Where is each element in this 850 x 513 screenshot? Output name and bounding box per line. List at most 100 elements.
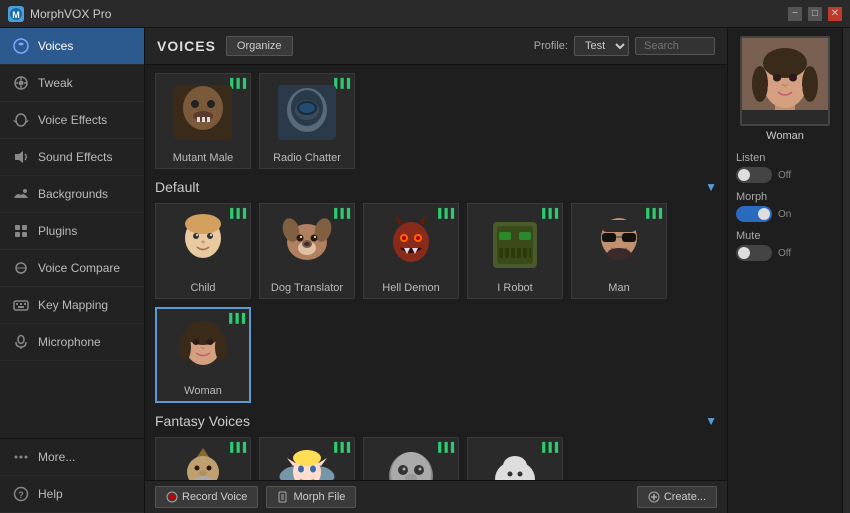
titlebar-left: M MorphVOX Pro	[8, 6, 111, 22]
voice-card-name-woman: Woman	[157, 385, 249, 397]
listen-state: Off	[778, 170, 791, 181]
voice-card-female-pixie[interactable]: ▐▐▐	[259, 437, 355, 480]
listen-label: Listen	[736, 152, 834, 164]
titlebar-controls: − □ ✕	[788, 7, 842, 21]
sidebar-item-more[interactable]: More...	[0, 439, 144, 476]
nasty-gnome-img	[480, 442, 550, 480]
voice-card-giant[interactable]: ▐▐▐	[363, 437, 459, 480]
sidebar-item-sound-effects[interactable]: Sound Effects	[0, 139, 144, 176]
bottom-bar: Record Voice Morph File Create...	[145, 480, 727, 513]
fantasy-chevron-icon[interactable]: ▼	[705, 414, 717, 428]
morph-toggle[interactable]	[736, 206, 772, 222]
dwarf-img	[168, 442, 238, 480]
voice-card-man[interactable]: ▐▐▐	[571, 203, 667, 299]
preview-avatar	[740, 36, 830, 126]
morph-state: On	[778, 209, 791, 220]
voice-card-dog-translator[interactable]: ▐▐▐	[259, 203, 355, 299]
default-section-header: Default ▼	[155, 179, 717, 195]
sidebar-label-microphone: Microphone	[38, 335, 101, 349]
listen-toggle-row: Off	[736, 167, 834, 183]
morph-control: Morph On	[736, 191, 834, 222]
sidebar-item-backgrounds[interactable]: Backgrounds	[0, 176, 144, 213]
app-title: MorphVOX Pro	[30, 7, 111, 21]
sidebar-item-tweak[interactable]: Tweak	[0, 65, 144, 102]
minimize-button[interactable]: −	[788, 7, 802, 21]
record-voice-button[interactable]: Record Voice	[155, 486, 258, 508]
voices-header: VOICES Organize Profile: Test	[145, 28, 727, 65]
mute-control: Mute Off	[736, 230, 834, 261]
top-voices-row: ▐▐▐	[155, 73, 717, 169]
voice-card-child[interactable]: ▐▐▐	[155, 203, 251, 299]
sidebar-label-voices: Voices	[38, 39, 73, 53]
dog-translator-img	[272, 208, 342, 276]
create-icon	[648, 491, 660, 503]
voice-effects-icon	[12, 111, 30, 129]
sound-effects-icon	[12, 148, 30, 166]
giant-img	[376, 442, 446, 480]
voice-card-name-child: Child	[156, 282, 250, 294]
main-layout: Voices Tweak	[0, 28, 850, 513]
voice-card-woman[interactable]: ▐▐▐	[155, 307, 251, 403]
sidebar-label-plugins: Plugins	[38, 224, 77, 238]
profile-section: Profile: Test	[534, 36, 715, 56]
voices-scroll[interactable]: ▐▐▐	[145, 65, 727, 480]
listen-control: Listen Off	[736, 152, 834, 183]
morph-file-icon	[277, 491, 289, 503]
microphone-icon	[12, 333, 30, 351]
morph-toggle-row: On	[736, 206, 834, 222]
voice-card-mutant-male[interactable]: ▐▐▐	[155, 73, 251, 169]
sidebar-item-voices[interactable]: Voices	[0, 28, 144, 65]
sidebar-label-sound-effects: Sound Effects	[38, 150, 113, 164]
sidebar-label-voice-compare: Voice Compare	[38, 261, 120, 275]
search-input[interactable]	[635, 37, 715, 55]
preview-name: Woman	[766, 130, 804, 142]
fantasy-voice-grid: ▐▐▐	[155, 437, 717, 480]
voice-card-radio-chatter[interactable]: ▐▐▐ Radio Chatter	[259, 73, 355, 169]
listen-toggle[interactable]	[736, 167, 772, 183]
create-label: Create...	[664, 491, 706, 503]
sidebar-label-voice-effects: Voice Effects	[38, 113, 107, 127]
voice-card-i-robot[interactable]: ▐▐▐	[467, 203, 563, 299]
voice-card-name-mutant-male: Mutant Male	[156, 152, 250, 164]
sidebar-item-voice-compare[interactable]: Voice Compare	[0, 250, 144, 287]
voice-card-hell-demon[interactable]: ▐▐▐	[363, 203, 459, 299]
woman-img	[168, 313, 238, 381]
voice-card-nasty-gnome[interactable]: ▐▐▐	[467, 437, 563, 480]
svg-text:?: ?	[18, 490, 24, 500]
sidebar-label-backgrounds: Backgrounds	[38, 187, 108, 201]
default-section-label: Default	[155, 179, 199, 195]
sidebar-label-key-mapping: Key Mapping	[38, 298, 108, 312]
svg-text:M: M	[12, 10, 20, 20]
man-img	[584, 208, 654, 276]
sidebar-item-voice-effects[interactable]: Voice Effects	[0, 102, 144, 139]
profile-label: Profile:	[534, 40, 568, 52]
sidebar: Voices Tweak	[0, 28, 145, 513]
organize-button[interactable]: Organize	[226, 36, 293, 56]
mute-toggle[interactable]	[736, 245, 772, 261]
morph-file-button[interactable]: Morph File	[266, 486, 356, 508]
profile-select[interactable]: Test	[574, 36, 629, 56]
voice-card-name-radio-chatter: Radio Chatter	[260, 152, 354, 164]
sidebar-item-plugins[interactable]: Plugins	[0, 213, 144, 250]
backgrounds-icon	[12, 185, 30, 203]
voices-icon	[12, 37, 30, 55]
mute-state: Off	[778, 248, 791, 259]
create-button[interactable]: Create...	[637, 486, 717, 508]
default-voice-grid: ▐▐▐	[155, 203, 717, 403]
more-icon	[12, 448, 30, 466]
sidebar-item-key-mapping[interactable]: Key Mapping	[0, 287, 144, 324]
right-scrollbar[interactable]	[842, 28, 850, 513]
morph-file-label: Morph File	[293, 491, 345, 503]
maximize-button[interactable]: □	[808, 7, 822, 21]
voice-card-name-dog-translator: Dog Translator	[260, 282, 354, 294]
voice-card-name-man: Man	[572, 282, 666, 294]
sidebar-label-tweak: Tweak	[38, 76, 73, 90]
app-icon: M	[8, 6, 24, 22]
voice-card-dwarf[interactable]: ▐▐▐	[155, 437, 251, 480]
sidebar-item-microphone[interactable]: Microphone	[0, 324, 144, 361]
mute-toggle-row: Off	[736, 245, 834, 261]
close-button[interactable]: ✕	[828, 7, 842, 21]
default-chevron-icon[interactable]: ▼	[705, 180, 717, 194]
morph-label: Morph	[736, 191, 834, 203]
sidebar-item-help[interactable]: ? Help	[0, 476, 144, 513]
